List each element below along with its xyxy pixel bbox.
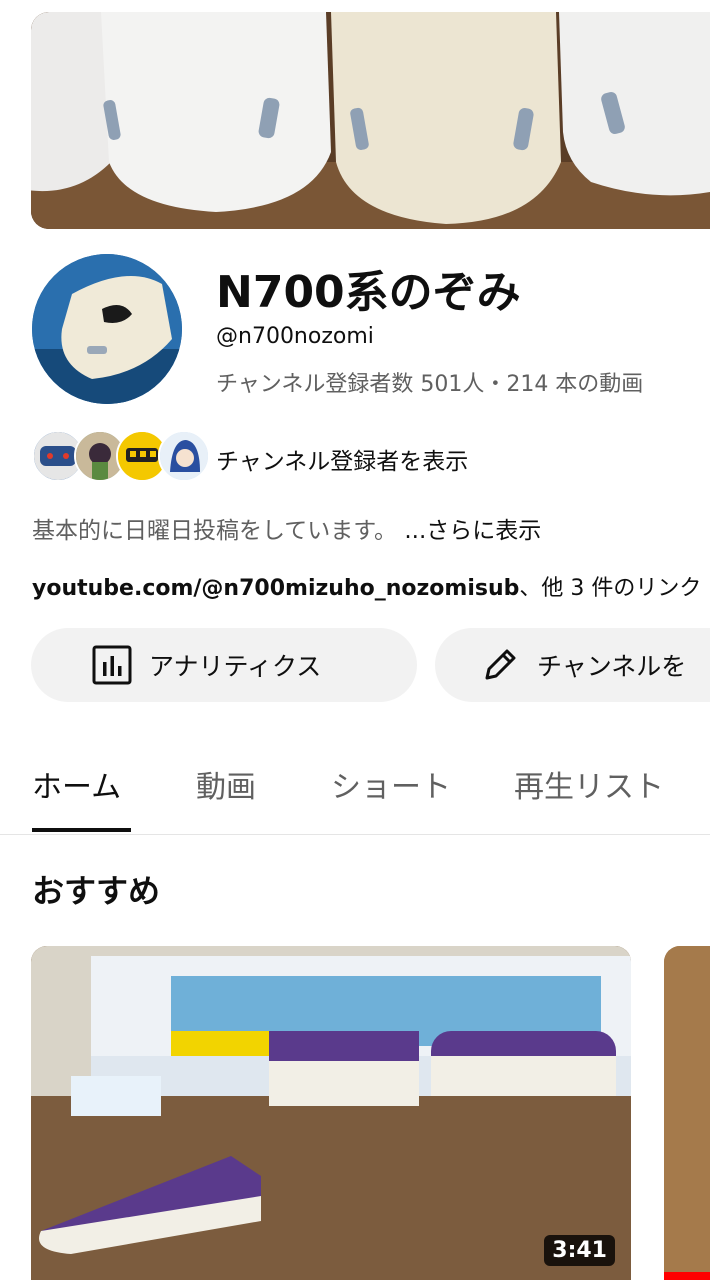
description-text: 基本的に日曜日投稿をしています。 — [32, 518, 398, 544]
banner-image — [31, 12, 710, 229]
avatar-image — [32, 254, 182, 404]
section-title: おすすめ — [32, 872, 161, 910]
edit-channel-button[interactable]: チャンネルを — [435, 628, 710, 702]
pencil-icon — [479, 644, 521, 686]
thumbnail-image — [664, 946, 710, 1280]
channel-handle: @n700nozomi — [216, 324, 374, 349]
edit-channel-label: チャンネルを — [537, 652, 687, 681]
channel-link-url[interactable]: youtube.com/@n700mizuho_nozomisub — [32, 576, 519, 601]
active-tab-indicator — [32, 828, 131, 832]
video-duration: 3:41 — [544, 1235, 615, 1266]
subscriber-avatar — [158, 430, 210, 482]
analytics-button[interactable]: アナリティクス — [31, 628, 417, 702]
analytics-label: アナリティクス — [149, 652, 322, 681]
channel-avatar[interactable] — [32, 254, 182, 404]
channel-description[interactable]: 基本的に日曜日投稿をしています。 ...さらに表示 — [32, 511, 541, 545]
thumbnail-image — [31, 946, 631, 1280]
tab-shorts[interactable]: ショート — [331, 762, 451, 806]
channel-name: N700系のぞみ — [216, 267, 521, 318]
subscribers-row[interactable]: チャンネル登録者を表示 — [32, 430, 672, 484]
channel-banner — [31, 12, 710, 229]
tab-home[interactable]: ホーム — [32, 762, 121, 806]
tab-playlists[interactable]: 再生リスト — [514, 762, 664, 806]
channel-stats: チャンネル登録者数 501人・214 本の動画 — [216, 372, 644, 397]
channel-link-more[interactable]: 、他 3 件のリンク — [519, 576, 701, 601]
bar-chart-icon — [91, 644, 133, 686]
description-more-link[interactable]: ...さらに表示 — [404, 518, 541, 544]
tab-videos[interactable]: 動画 — [196, 762, 256, 806]
video-thumbnail-next[interactable] — [664, 946, 710, 1280]
channel-tabs: ホーム 動画 ショート 再生リスト — [0, 740, 710, 835]
subscribers-label: チャンネル登録者を表示 — [216, 449, 469, 475]
channel-links[interactable]: youtube.com/@n700mizuho_nozomisub、他 3 件の… — [32, 570, 701, 602]
video-thumbnail[interactable]: 3:41 — [31, 946, 631, 1280]
